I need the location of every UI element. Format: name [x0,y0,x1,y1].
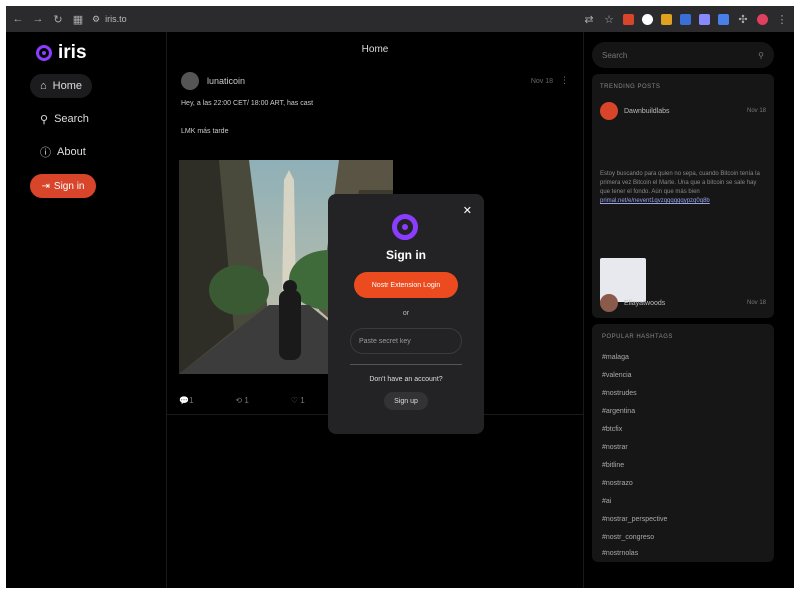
repost-button[interactable]: ⟲ 1 [235,396,248,405]
home-icon: ⌂ [40,80,47,92]
more-options-icon[interactable]: ⋮ [560,75,569,86]
post-header[interactable]: lunaticoin [181,72,245,90]
trending-post-text: Estoy buscando para quien no sepa, cuand… [600,170,768,206]
extension-login-button[interactable]: Nostr Extension Login [354,272,458,298]
trending-posts-panel: Trending posts Dawnbuildlabs Nov 18 Esto… [592,74,774,318]
tabs-icon[interactable]: ▦ [72,13,84,26]
reply-button[interactable]: 💬1 [179,396,193,405]
section-title: Trending posts [600,84,661,90]
section-title: Popular hashtags [602,334,673,340]
modal-title: Sign in [386,248,426,262]
search-input[interactable]: Search ⚲ [592,42,774,68]
info-icon: ⓘ [40,147,51,159]
hashtag-link[interactable]: #valencia [602,372,632,379]
sidebar-item-label: Home [52,80,82,92]
sign-up-button[interactable]: Sign up [384,392,428,410]
iris-logo-icon [392,214,418,240]
post-actions: 💬1 ⟲ 1 ♡ 1 [179,396,305,405]
hashtag-link[interactable]: #nostrazo [602,480,633,487]
hashtag-link[interactable]: #btcfix [602,426,622,433]
post-text: Hey, a las 22:00 CET/ 18:00 ART, has cas… [181,100,314,107]
extension-icon[interactable] [718,13,729,25]
search-icon: ⚲ [40,113,49,126]
puzzle-icon[interactable]: ✣ [737,13,749,26]
post-time[interactable]: Nov 18 [747,300,766,306]
forward-icon[interactable]: → [32,13,44,25]
post-link[interactable]: primal.net/e/nevent1qvzqqqqqqypzq0q8b [600,198,710,204]
extension-icon[interactable] [680,13,691,25]
no-account-text: Don't have an account? [369,376,443,383]
trending-post-author[interactable]: Ellayatwoods [600,294,665,312]
hashtag-link[interactable]: #bitline [602,462,624,469]
extension-icon[interactable] [699,13,710,25]
page-title: Home [361,44,389,55]
secret-key-input[interactable] [350,328,462,354]
hashtag-link[interactable]: #nostrar_perspective [602,516,667,523]
sidebar-sign-in-button[interactable]: ⇥ Sign in [30,174,96,198]
translate-icon[interactable]: ⇄ [583,13,595,26]
like-count: 1 [300,396,305,405]
hashtag-link[interactable]: #argentina [602,408,635,415]
avatar[interactable] [600,294,618,312]
reply-count: 1 [188,396,194,405]
search-placeholder: Search [602,50,628,60]
sidebar-item-search[interactable]: ⚲ Search [30,107,99,131]
search-icon: ⚲ [758,50,764,60]
login-icon: ⇥ [41,180,50,192]
close-icon[interactable]: ✕ [463,204,472,217]
or-separator: or [402,310,410,317]
avatar[interactable] [181,72,199,90]
hashtag-link[interactable]: #nostrar [602,444,628,451]
trending-post-author[interactable]: Dawnbuildlabs [600,102,670,120]
browser-toolbar: ← → ↻ ▦ ⚙ iris.to ⇄ ☆ ✣ ⋮ [6,6,794,32]
sidebar-item-label: Search [54,113,89,125]
profile-avatar[interactable] [757,13,768,25]
site-info-icon[interactable]: ⚙ [92,14,100,25]
hashtag-link[interactable]: #nostrnolas [602,550,638,557]
iris-logo[interactable]: iris [36,42,87,64]
post-time[interactable]: Nov 18 [747,108,766,114]
hashtag-link[interactable]: #ai [602,498,611,505]
sign-in-modal: ✕ Sign in Nostr Extension Login or Don't… [328,194,484,434]
menu-icon[interactable]: ⋮ [776,13,788,26]
sidebar-item-label: About [57,146,86,158]
extension-icon[interactable] [661,13,672,25]
hashtag-link[interactable]: #nostr_congreso [602,534,654,541]
post-text: Estoy buscando para quien no sepa, cuand… [600,171,760,195]
reload-icon[interactable]: ↻ [52,13,64,26]
repost-count: 1 [244,396,249,405]
sign-in-label: Sign in [53,180,85,192]
hashtag-link[interactable]: #nostrudes [602,390,637,397]
avatar[interactable] [600,102,618,120]
post-author[interactable]: lunaticoin [207,76,245,86]
extension-icon[interactable] [642,13,653,25]
post-text: LMK más tarde [181,128,229,135]
author-name: Dawnbuildlabs [624,107,670,115]
bookmark-star-icon[interactable]: ☆ [603,13,615,26]
divider [350,364,462,365]
url-text: iris.to [105,14,127,24]
post-time[interactable]: Nov 18 [531,78,553,85]
sidebar-item-home[interactable]: ⌂ Home [30,74,92,98]
like-button[interactable]: ♡ 1 [291,396,305,405]
popular-hashtags-panel: Popular hashtags #malaga #valencia #nost… [592,324,774,562]
iris-logo-icon [36,45,52,61]
author-name: Ellayatwoods [624,299,666,307]
hashtag-link[interactable]: #malaga [602,354,629,361]
extension-icon[interactable] [623,13,634,25]
back-icon[interactable]: ← [12,13,24,25]
address-bar[interactable]: ⚙ iris.to [92,14,127,25]
right-panel: Search ⚲ Trending posts Dawnbuildlabs No… [584,32,794,588]
sidebar: iris ⌂ Home ⚲ Search ⓘ About ⇥ Sign in [6,32,166,588]
sidebar-item-about[interactable]: ⓘ About [30,140,96,164]
logo-text: iris [58,42,87,63]
